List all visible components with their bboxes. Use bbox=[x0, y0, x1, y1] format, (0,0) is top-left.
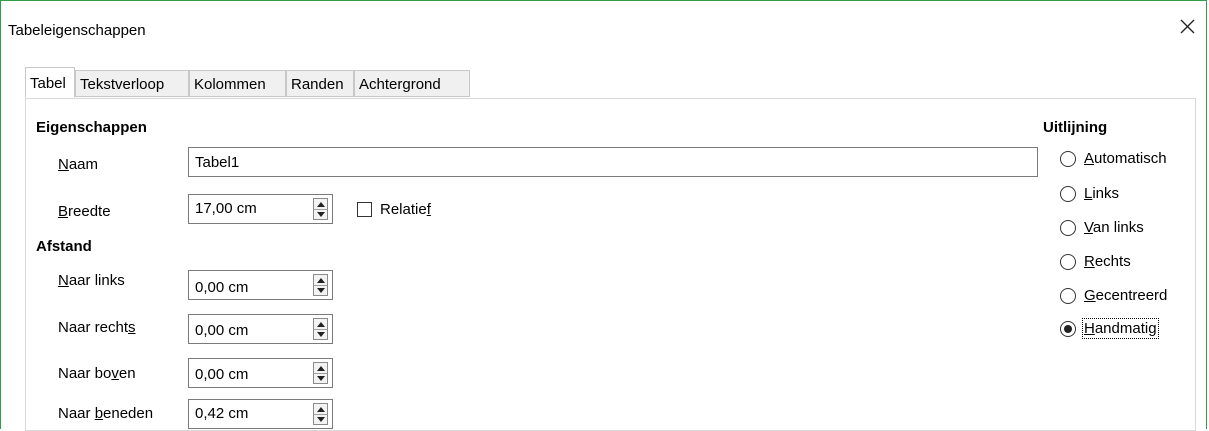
arrow-down-icon bbox=[316, 331, 325, 337]
naar-rechts-value: 0,00 cm bbox=[195, 322, 249, 339]
naar-beneden-spinbox[interactable]: 0,42 cm bbox=[188, 399, 333, 429]
radio-automatisch[interactable] bbox=[1060, 151, 1076, 167]
relatief-checkbox[interactable] bbox=[357, 202, 372, 217]
naar-rechts-spinbox[interactable]: 0,00 cm bbox=[188, 314, 333, 344]
naar-rechts-label: Naar rechts bbox=[58, 319, 136, 336]
spin-down-button[interactable] bbox=[314, 209, 327, 219]
naar-beneden-value: 0,42 cm bbox=[195, 405, 249, 422]
naar-rechts-spin-buttons bbox=[313, 318, 328, 340]
uitlijning-heading: Uitlijning bbox=[1043, 119, 1108, 136]
arrow-up-icon bbox=[316, 406, 325, 412]
radio-gecentreerd-label[interactable]: Gecentreerd bbox=[1084, 287, 1167, 304]
naar-boven-spinbox[interactable]: 0,00 cm bbox=[188, 358, 333, 388]
radio-links[interactable] bbox=[1060, 186, 1076, 202]
breedte-value: 17,00 cm bbox=[195, 200, 257, 217]
tab-randen[interactable]: Randen bbox=[286, 70, 354, 97]
breedte-spin-buttons bbox=[313, 198, 328, 220]
naar-links-value: 0,00 cm bbox=[195, 279, 249, 296]
naar-links-label: Naar links bbox=[58, 272, 125, 289]
arrow-up-icon bbox=[316, 365, 325, 371]
tab-kolommen[interactable]: Kolommen bbox=[189, 70, 286, 97]
spin-down-button[interactable] bbox=[314, 414, 327, 424]
naar-links-spinbox[interactable]: 0,00 cm bbox=[188, 270, 333, 300]
breedte-label: Breedte bbox=[58, 203, 111, 220]
afstand-heading: Afstand bbox=[36, 238, 92, 255]
naar-beneden-spin-buttons bbox=[313, 403, 328, 425]
naar-links-spin-buttons bbox=[313, 274, 328, 296]
naam-label: Naam bbox=[58, 156, 99, 173]
breedte-spinbox[interactable]: 17,00 cm bbox=[188, 194, 333, 224]
radio-rechts-label[interactable]: Rechts bbox=[1084, 253, 1131, 270]
spin-down-button[interactable] bbox=[314, 373, 327, 383]
arrow-down-icon bbox=[316, 211, 325, 217]
naar-beneden-label: Naar beneden bbox=[58, 405, 154, 422]
arrow-down-icon bbox=[316, 287, 325, 293]
title-bar: Tabeleigenschappen bbox=[1, 1, 1206, 39]
tab-strip: Tabel Tekstverloop Kolommen Randen Achte… bbox=[25, 67, 1196, 98]
arrow-up-icon bbox=[316, 201, 325, 207]
radio-van-links[interactable] bbox=[1060, 220, 1076, 236]
radio-gecentreerd[interactable] bbox=[1060, 288, 1076, 304]
naar-boven-value: 0,00 cm bbox=[195, 366, 249, 383]
relatief-label[interactable]: Relatief bbox=[380, 201, 431, 218]
spin-down-button[interactable] bbox=[314, 329, 327, 339]
close-button[interactable] bbox=[1180, 19, 1200, 39]
tab-achtergrond[interactable]: Achtergrond bbox=[354, 70, 470, 97]
radio-automatisch-label[interactable]: Automatisch bbox=[1084, 150, 1167, 167]
close-icon bbox=[1180, 19, 1195, 34]
dialog-title: Tabeleigenschappen bbox=[8, 22, 146, 39]
arrow-up-icon bbox=[316, 321, 325, 327]
radio-handmatig[interactable] bbox=[1060, 321, 1076, 337]
arrow-up-icon bbox=[316, 277, 325, 283]
naar-boven-spin-buttons bbox=[313, 362, 328, 384]
spin-down-button[interactable] bbox=[314, 285, 327, 295]
arrow-down-icon bbox=[316, 375, 325, 381]
arrow-down-icon bbox=[316, 416, 325, 422]
radio-handmatig-label[interactable]: Handmatig bbox=[1082, 318, 1159, 339]
dialog-window: Tabeleigenschappen Tabel Tekstverloop Ko… bbox=[0, 0, 1207, 431]
radio-van-links-label[interactable]: Van links bbox=[1084, 219, 1144, 236]
tab-tabel[interactable]: Tabel bbox=[25, 67, 75, 98]
naar-boven-label: Naar boven bbox=[58, 365, 136, 382]
eigenschappen-heading: Eigenschappen bbox=[36, 119, 147, 136]
naam-input[interactable] bbox=[188, 147, 1038, 177]
tab-tekstverloop[interactable]: Tekstverloop bbox=[75, 70, 189, 97]
radio-links-label[interactable]: Links bbox=[1084, 185, 1119, 202]
radio-rechts[interactable] bbox=[1060, 254, 1076, 270]
